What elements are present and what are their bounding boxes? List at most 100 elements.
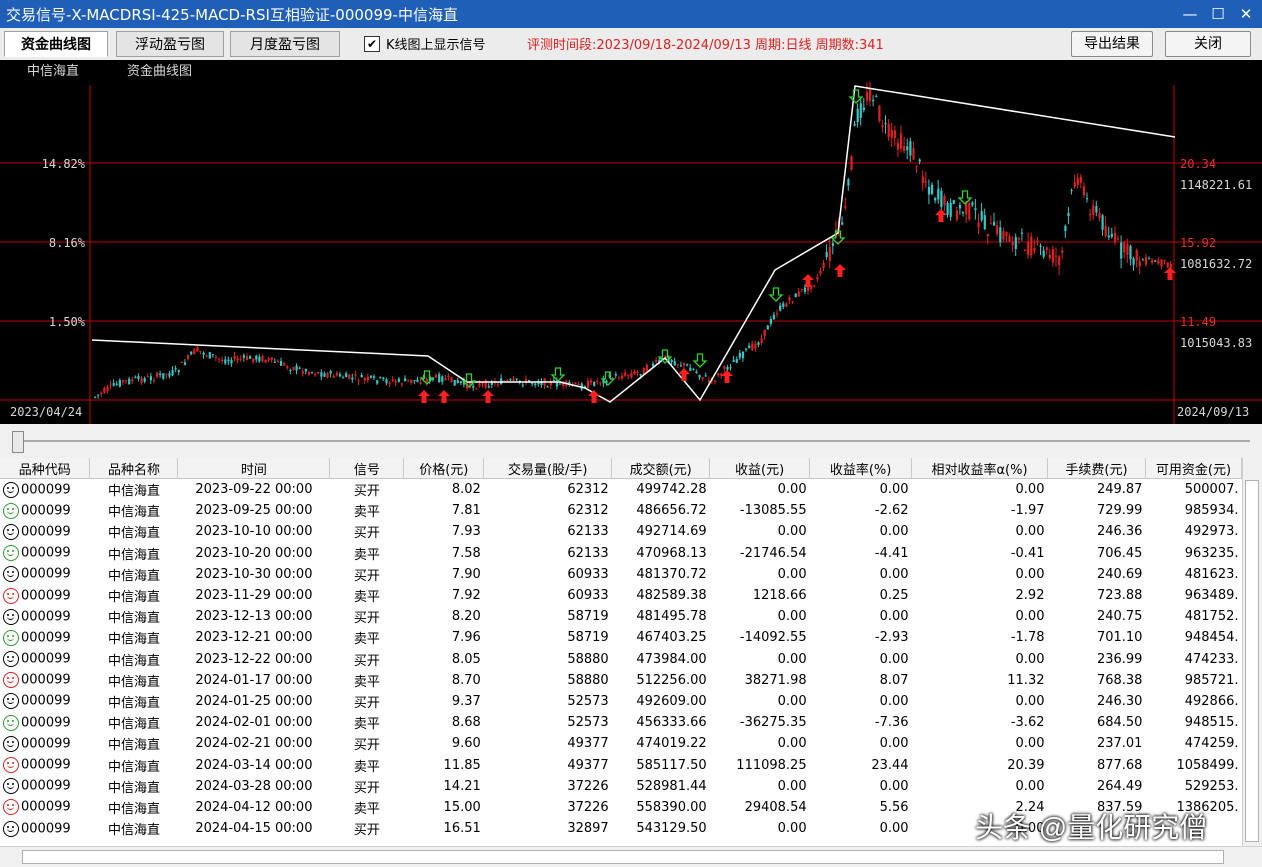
slider-handle[interactable] bbox=[12, 431, 24, 453]
table-row[interactable]: 000099 中信海直 2023-12-13 00:00 买开 8.20 58719 481… bbox=[0, 606, 1242, 627]
candle-body bbox=[320, 372, 323, 377]
candle-body bbox=[893, 130, 896, 139]
candle-body bbox=[1036, 240, 1039, 242]
table-row[interactable]: 000099 中信海直 2024-01-17 00:00 卖平 8.70 58880 512… bbox=[0, 670, 1242, 691]
vertical-scrollbar[interactable] bbox=[1242, 458, 1261, 846]
stock-code: 000099 bbox=[21, 799, 71, 815]
close-window-icon[interactable]: ✕ bbox=[1234, 2, 1258, 26]
stock-code: 000099 bbox=[21, 566, 71, 582]
candle-body bbox=[800, 289, 803, 291]
tab-monthly-pnl[interactable]: 月度盈亏图 bbox=[230, 31, 340, 57]
table-row[interactable]: 000099 中信海直 2024-03-28 00:00 买开 14.21 37226 52… bbox=[0, 776, 1242, 797]
column-header[interactable]: 信号 bbox=[329, 458, 405, 479]
table-row[interactable]: 000099 中信海直 2024-02-01 00:00 卖平 8.68 52573 456… bbox=[0, 712, 1242, 733]
table-row[interactable]: 000099 中信海直 2023-09-22 00:00 买开 8.02 62312 499… bbox=[0, 479, 1242, 501]
cell-name: 中信海直 bbox=[107, 674, 160, 690]
candle-body bbox=[974, 208, 977, 210]
column-header[interactable]: 收益(元) bbox=[709, 458, 811, 479]
range-slider[interactable] bbox=[0, 424, 1262, 458]
candle-body bbox=[670, 360, 673, 363]
cell-fee: 706.45 bbox=[1096, 545, 1143, 561]
column-header[interactable]: 成交额(元) bbox=[611, 458, 711, 479]
table-row[interactable]: 000099 中信海直 2023-11-29 00:00 卖平 7.92 60933 482… bbox=[0, 585, 1242, 606]
cell-qty: 62312 bbox=[567, 482, 609, 498]
cell-profit: -14092.55 bbox=[739, 630, 807, 646]
cell-amount: 473984.00 bbox=[636, 651, 707, 667]
cell-time: 2023-12-22 00:00 bbox=[195, 651, 313, 667]
candle-body bbox=[531, 383, 534, 385]
candle-body bbox=[1017, 238, 1020, 240]
column-header[interactable]: 手续费(元) bbox=[1047, 458, 1146, 479]
start-date-label: 2023/04/24 bbox=[10, 405, 82, 419]
neutral-smiley-icon bbox=[3, 820, 19, 837]
candle-body bbox=[118, 380, 121, 387]
candle-body bbox=[521, 384, 524, 386]
column-header[interactable]: 相对收益率α(%) bbox=[911, 458, 1048, 479]
candle-body bbox=[729, 367, 732, 369]
cell-code: 000099 bbox=[0, 564, 90, 585]
candle-body bbox=[754, 343, 757, 349]
buy-arrow-icon bbox=[935, 209, 947, 222]
horizontal-scrollbar[interactable] bbox=[0, 846, 1262, 867]
tab-floating-pnl[interactable]: 浮动盈亏图 bbox=[116, 31, 224, 57]
cell-rate: 0.00 bbox=[879, 609, 909, 625]
candle-body bbox=[416, 379, 419, 382]
cell-code: 000099 bbox=[0, 521, 90, 542]
candle-body bbox=[921, 176, 924, 184]
cell-time: 2023-12-13 00:00 bbox=[195, 609, 313, 625]
cell-amount: 492714.69 bbox=[636, 524, 707, 540]
equity-chart[interactable]: 中信海直 资金曲线图 14.82% 8.16% 1.50% 20.34 15.9… bbox=[0, 60, 1262, 424]
candle-body bbox=[450, 376, 453, 383]
candle-body bbox=[1005, 232, 1008, 236]
candle-body bbox=[149, 376, 152, 381]
cell-profit: -13085.55 bbox=[739, 503, 807, 519]
buy-arrow-icon bbox=[482, 390, 494, 403]
candle-body bbox=[323, 373, 326, 377]
candle-body bbox=[676, 364, 679, 366]
cell-amount: 467403.25 bbox=[636, 630, 707, 646]
column-header[interactable]: 时间 bbox=[177, 458, 331, 479]
show-signal-checkbox[interactable]: ✔ bbox=[364, 36, 380, 52]
cell-code: 000099 bbox=[0, 691, 90, 712]
close-button[interactable]: 关闭 bbox=[1165, 31, 1251, 57]
table-row[interactable]: 000099 中信海直 2023-10-10 00:00 买开 7.93 62133 492… bbox=[0, 521, 1242, 542]
candle-body bbox=[927, 186, 931, 195]
candle-body bbox=[748, 345, 751, 349]
table-row[interactable]: 000099 中信海直 2023-09-25 00:00 卖平 7.81 62312 486… bbox=[0, 500, 1242, 521]
table-row[interactable]: 000099 中信海直 2024-01-25 00:00 买开 9.37 52573 492… bbox=[0, 691, 1242, 712]
table-row[interactable]: 000099 中信海直 2023-12-21 00:00 卖平 7.96 58719 467… bbox=[0, 627, 1242, 648]
cell-fee: 249.87 bbox=[1096, 482, 1143, 498]
buy-arrow-icon bbox=[678, 368, 690, 381]
cell-qty: 60933 bbox=[567, 588, 609, 604]
table-row[interactable]: 000099 中信海直 2024-02-21 00:00 买开 9.60 49377 474… bbox=[0, 733, 1242, 754]
export-button[interactable]: 导出结果 bbox=[1071, 31, 1153, 57]
minimize-icon[interactable]: — bbox=[1178, 2, 1202, 26]
column-header[interactable]: 收益率(%) bbox=[809, 458, 913, 479]
candle-body bbox=[1079, 176, 1082, 183]
tab-equity-curve[interactable]: 资金曲线图 bbox=[4, 31, 108, 57]
column-header[interactable]: 价格(元) bbox=[403, 458, 485, 479]
candle-body bbox=[853, 124, 856, 126]
candle-body bbox=[937, 188, 940, 200]
sell-arrow-icon bbox=[692, 353, 708, 368]
table-row[interactable]: 000099 中信海直 2024-03-14 00:00 卖平 11.85 49377 58… bbox=[0, 754, 1242, 775]
horizontal-scroll-thumb[interactable] bbox=[22, 850, 1224, 864]
candle-body bbox=[621, 375, 624, 379]
cell-amount: 481495.78 bbox=[636, 609, 707, 625]
cell-alpha: 0.00 bbox=[1015, 736, 1045, 752]
maximize-icon[interactable]: ☐ bbox=[1206, 2, 1230, 26]
candle-body bbox=[345, 373, 348, 378]
column-header[interactable]: 品种代码 bbox=[0, 458, 91, 479]
table-row[interactable]: 000099 中信海直 2023-10-30 00:00 买开 7.90 60933 481… bbox=[0, 564, 1242, 585]
slider-track[interactable] bbox=[12, 440, 1250, 442]
candle-body bbox=[404, 378, 407, 382]
vertical-scroll-thumb[interactable] bbox=[1245, 480, 1259, 842]
column-header[interactable]: 交易量(股/手) bbox=[483, 458, 613, 479]
stock-code: 000099 bbox=[21, 630, 71, 646]
column-header[interactable]: 可用资金(元) bbox=[1145, 458, 1242, 479]
table-row[interactable]: 000099 中信海直 2023-10-20 00:00 卖平 7.58 62133 470… bbox=[0, 543, 1242, 564]
table-row[interactable]: 000099 中信海直 2023-12-22 00:00 买开 8.05 58880 473… bbox=[0, 649, 1242, 670]
left-tick-label: 1.50% bbox=[49, 315, 86, 329]
column-header[interactable]: 品种名称 bbox=[89, 458, 179, 479]
cell-signal: 买开 bbox=[353, 780, 380, 796]
